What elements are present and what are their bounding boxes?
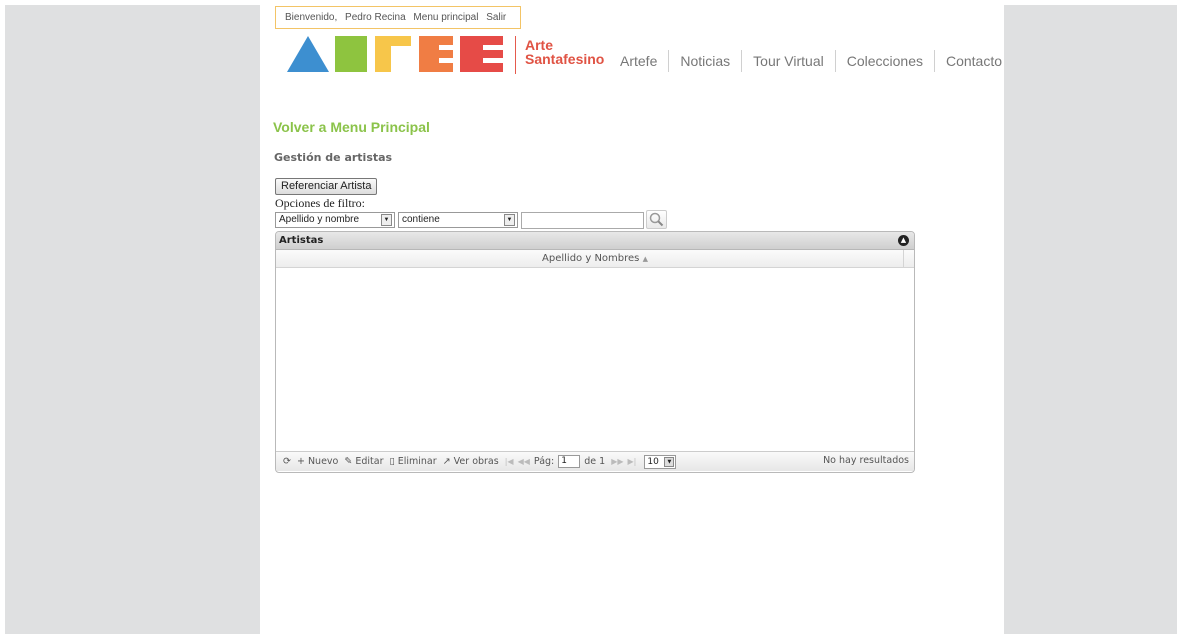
logo-shape <box>483 45 503 50</box>
page-size-value: 10 <box>647 456 659 467</box>
delete-label: Eliminar <box>397 456 437 467</box>
page-input[interactable]: 1 <box>558 455 581 468</box>
view-works-label: Ver obras <box>453 456 499 467</box>
left-background <box>5 5 260 634</box>
search-input[interactable] <box>521 212 644 229</box>
logout-link[interactable]: Salir <box>486 12 506 23</box>
sort-asc-icon: ▲ <box>642 255 648 263</box>
add-button[interactable]: + Nuevo <box>297 456 338 467</box>
next-page-icon[interactable]: ▶▶ <box>611 457 623 466</box>
filter-field-value: Apellido y nombre <box>279 214 360 225</box>
welcome-text: Bienvenido, <box>285 12 338 23</box>
trash-icon: ▯ <box>389 456 398 467</box>
column-header-apellido[interactable]: Apellido y Nombres ▲ <box>276 250 914 268</box>
chevron-down-icon: ▼ <box>504 214 515 226</box>
logo-letter-e2 <box>460 36 503 72</box>
page-label: Pág: <box>533 456 555 467</box>
filter-field-select[interactable]: Apellido y nombre ▼ <box>275 212 395 228</box>
page-of-label: de 1 <box>584 456 606 467</box>
logo-letter-a <box>287 36 329 72</box>
delete-button[interactable]: ▯ Eliminar <box>389 456 436 467</box>
artists-grid: Artistas ▲ Apellido y Nombres ▲ ⟳ + Nuev… <box>275 231 915 473</box>
artefe-logo[interactable] <box>287 36 503 72</box>
nav-colecciones[interactable]: Colecciones <box>836 53 934 69</box>
logo-letter-e1 <box>419 36 453 72</box>
logo-shape <box>391 46 411 72</box>
right-background <box>1004 5 1177 634</box>
logo-letter-r <box>335 36 367 72</box>
view-works-button[interactable]: ↗ Ver obras <box>443 456 499 467</box>
brand-name: Arte Santafesino <box>525 38 604 66</box>
refresh-icon[interactable]: ⟳ <box>283 456 291 467</box>
user-name: Pedro Recina <box>345 12 406 23</box>
pencil-icon: ✎ <box>344 456 356 467</box>
prev-page-icon[interactable]: ◀◀ <box>518 457 530 466</box>
results-status: No hay resultados <box>823 455 909 466</box>
first-page-icon[interactable]: |◀ <box>505 457 514 466</box>
search-icon <box>649 212 664 227</box>
referenciar-artista-button[interactable]: Referenciar Artista <box>275 178 378 195</box>
logo-shape <box>439 45 453 50</box>
grid-title-bar: Artistas ▲ <box>276 232 914 250</box>
grid-title: Artistas <box>279 235 324 246</box>
page-container: Bienvenido, Pedro Recina Menu principal … <box>260 0 1004 634</box>
main-nav: Artefe Noticias Tour Virtual Colecciones… <box>609 50 1013 72</box>
user-bar: Bienvenido, Pedro Recina Menu principal … <box>275 6 522 29</box>
column-label: Apellido y Nombres <box>542 253 640 264</box>
collapse-icon[interactable]: ▲ <box>898 235 909 246</box>
external-link-icon: ↗ <box>442 456 454 467</box>
column-divider <box>903 250 904 268</box>
page-size-select[interactable]: 10 ▼ <box>644 454 677 469</box>
brand-line-2: Santafesino <box>525 51 605 67</box>
logo-shape <box>483 58 503 63</box>
menu-principal-link[interactable]: Menu principal <box>413 12 478 23</box>
grid-pager: ⟳ + Nuevo ✎ Editar ▯ Eliminar ↗ Ver obra… <box>276 451 914 471</box>
edit-button[interactable]: ✎ Editar <box>344 456 383 467</box>
filter-operator-value: contiene <box>402 214 440 225</box>
grid-body <box>276 268 914 451</box>
plus-icon: + <box>296 456 308 467</box>
filter-operator-select[interactable]: contiene ▼ <box>398 212 518 228</box>
brand-line-1: Arte <box>525 37 554 53</box>
filter-label: Opciones de filtro: <box>275 196 365 210</box>
nav-artefe[interactable]: Artefe <box>609 53 668 69</box>
last-page-icon[interactable]: ▶| <box>628 457 637 466</box>
logo-shape <box>439 58 453 63</box>
chevron-down-icon: ▼ <box>381 214 392 226</box>
back-to-menu-link[interactable]: Volver a Menu Principal <box>273 119 430 135</box>
page-title: Gestión de artistas <box>274 151 393 164</box>
brand-divider <box>515 36 516 74</box>
nav-noticias[interactable]: Noticias <box>669 53 741 69</box>
add-label: Nuevo <box>307 456 339 467</box>
nav-tour-virtual[interactable]: Tour Virtual <box>742 53 835 69</box>
edit-label: Editar <box>355 456 384 467</box>
search-button[interactable] <box>646 210 667 229</box>
chevron-down-icon: ▼ <box>664 456 675 467</box>
nav-contacto[interactable]: Contacto <box>935 53 1013 69</box>
